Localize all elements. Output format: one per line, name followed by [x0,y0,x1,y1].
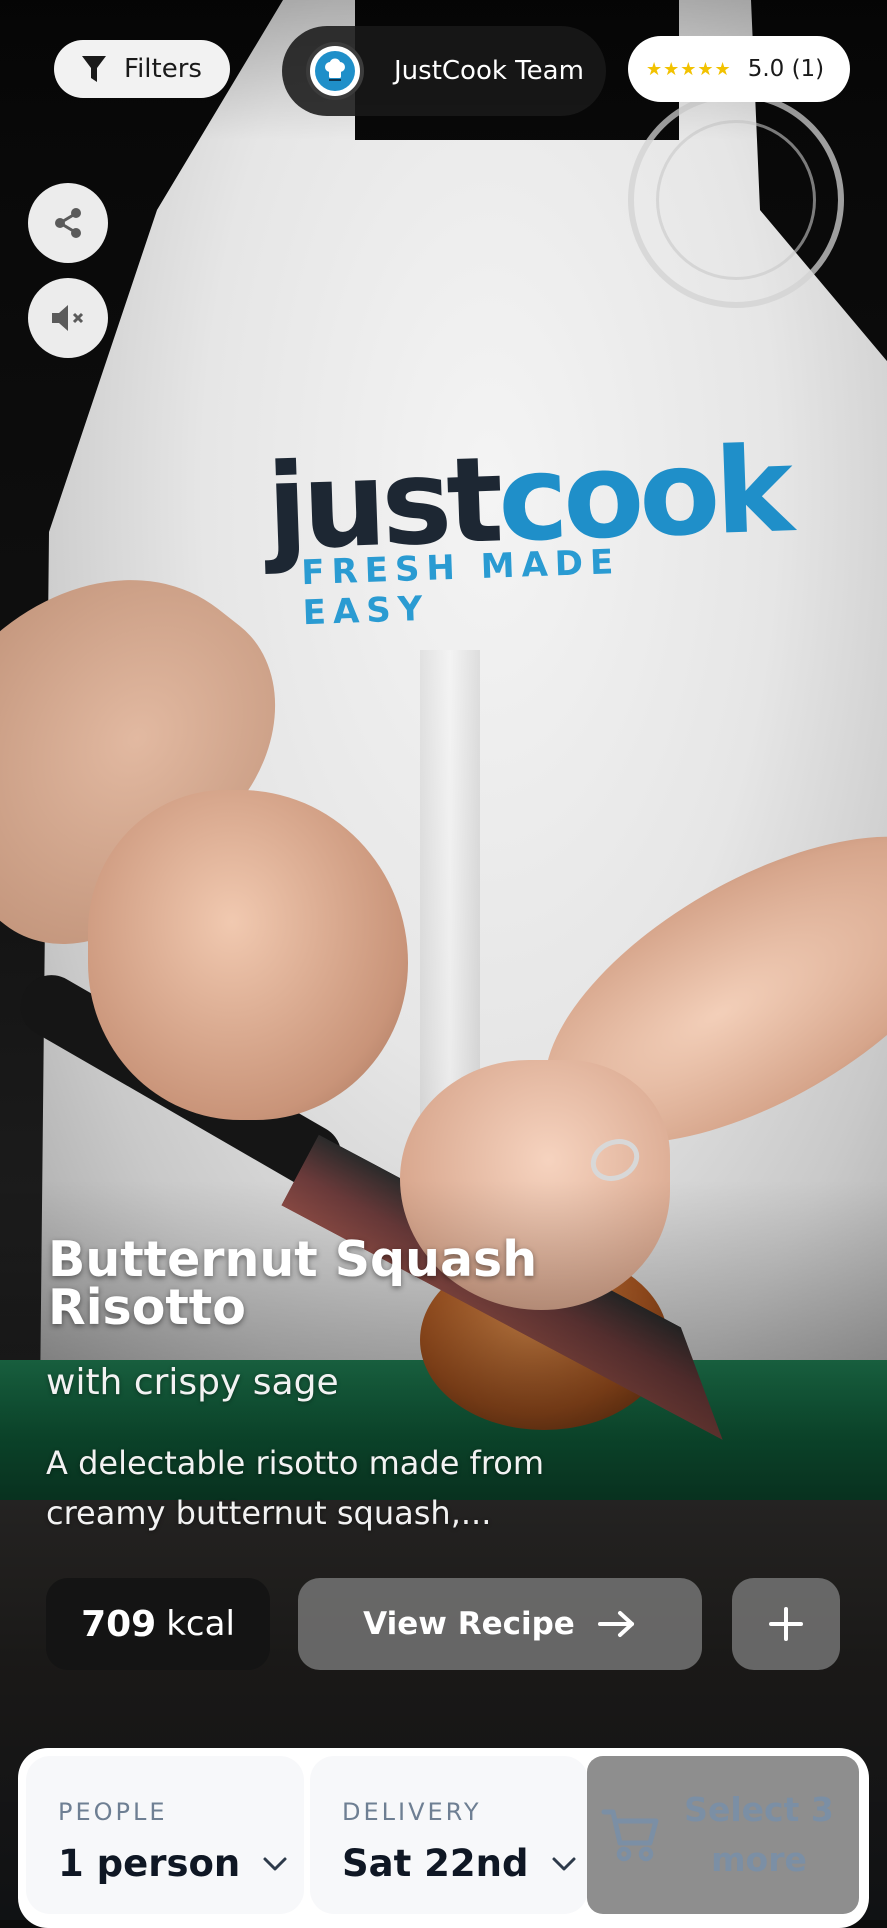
mute-icon [52,305,84,331]
team-profile-pill[interactable]: JustCook Team [282,26,606,116]
kcal-value: 709 [81,1603,157,1645]
delivery-label: DELIVERY [342,1798,482,1826]
calorie-badge: 709 kcal [46,1578,270,1670]
filters-label: Filters [124,54,202,84]
filter-icon [82,56,106,82]
filters-button[interactable]: Filters [54,40,230,98]
apron-logo: justcook FRESH MADE EASY [265,420,791,633]
cart-icon [601,1809,659,1862]
chef-avatar-icon [325,58,345,81]
view-recipe-label: View Recipe [363,1606,575,1642]
rating-stars: ★★★★★ [646,58,732,80]
people-label: PEOPLE [58,1798,168,1826]
chevron-down-icon [263,1857,287,1870]
select-more-button[interactable]: Select 3 more [587,1756,859,1914]
plus-icon [769,1607,803,1641]
share-button[interactable] [28,183,108,263]
mute-button[interactable] [28,278,108,358]
recipe-subtitle: with crispy sage [46,1362,339,1403]
team-name: JustCook Team [394,56,584,86]
order-bar: PEOPLE 1 person DELIVERY Sat 22nd Select… [18,1748,869,1928]
people-selector[interactable]: PEOPLE 1 person [26,1756,304,1914]
recipe-description: A delectable risotto made from creamy bu… [46,1444,545,1532]
select-more-label: Select 3 more [684,1790,834,1879]
add-to-box-button[interactable] [732,1578,840,1670]
avatar [306,42,364,100]
rating-badge[interactable]: ★★★★★ 5.0 (1) [628,36,850,102]
delivery-value: Sat 22nd [342,1842,529,1885]
people-value: 1 person [58,1842,241,1885]
view-recipe-button[interactable]: View Recipe [298,1578,702,1670]
recipe-title: Butternut Squash Risotto [48,1231,538,1336]
share-icon [55,208,81,238]
rating-text: 5.0 (1) [747,56,825,82]
chevron-down-icon [552,1857,575,1870]
arrow-right-icon [597,1611,634,1637]
delivery-selector[interactable]: DELIVERY Sat 22nd [310,1756,588,1914]
kcal-unit: kcal [166,1604,235,1644]
